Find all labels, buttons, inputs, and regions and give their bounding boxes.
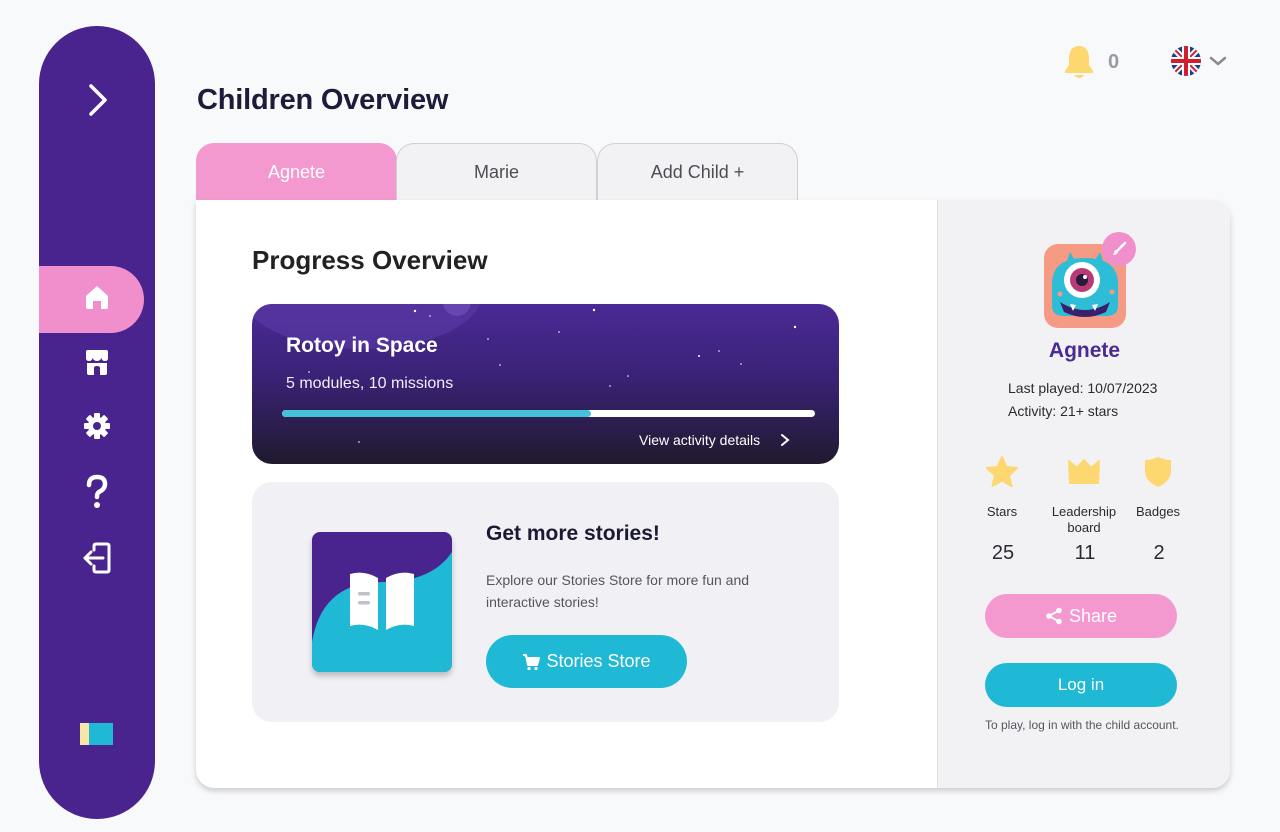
stat-stars: Stars — [962, 454, 1042, 536]
notifications-button[interactable] — [1060, 43, 1098, 81]
child-overview-panel: Progress Overview Rotoy in Space 5 modul… — [196, 200, 1230, 788]
course-progress-fill — [282, 410, 592, 417]
sidebar-item-store[interactable] — [73, 342, 121, 382]
sidebar-item-settings[interactable] — [73, 406, 121, 446]
stat-value-badges: 2 — [1153, 542, 1165, 564]
stat-value-stars: 25 — [991, 542, 1015, 564]
section-title: Progress Overview — [252, 245, 488, 275]
login-button[interactable]: Log in — [985, 663, 1177, 707]
chevron-down-icon — [1209, 56, 1227, 66]
brush-icon — [1113, 241, 1127, 255]
child-profile-panel: Agnete Last played: 10/07/2023 Activity:… — [937, 200, 1230, 788]
course-title: Rotoy in Space — [286, 334, 438, 357]
chevron-right-icon — [89, 84, 107, 116]
sidebar-item-help[interactable] — [73, 472, 121, 512]
star-icon — [986, 456, 1018, 487]
stat-label: Stars — [986, 504, 1018, 519]
promo-title: Get more stories! — [486, 522, 660, 545]
last-played: Last played: 10/07/2023 — [1008, 380, 1158, 396]
stat-label: Badges — [1135, 504, 1181, 519]
chevron-right-icon — [781, 434, 790, 446]
edit-avatar-button[interactable] — [1102, 232, 1136, 266]
stories-store-button[interactable]: Stories Store — [486, 635, 687, 688]
share-icon — [1046, 607, 1062, 625]
stories-store-label: Stories Store — [546, 651, 651, 671]
language-selector[interactable] — [1170, 45, 1228, 77]
share-label: Share — [1068, 605, 1118, 626]
crown-icon — [1068, 459, 1100, 484]
promo-text: Explore our Stories Store for more fun a… — [486, 572, 750, 610]
cart-icon — [523, 653, 541, 670]
child-name: Agnete — [1048, 339, 1121, 362]
uk-flag-icon — [1171, 46, 1201, 76]
login-hint: To play, log in with the child account. — [985, 718, 1179, 732]
home-icon — [86, 286, 108, 309]
view-activity-details-link[interactable]: View activity details — [639, 432, 790, 448]
course-subtitle: 5 modules, 10 missions — [286, 375, 454, 392]
question-mark-icon — [86, 474, 108, 508]
page-title: Children Overview — [197, 84, 449, 116]
stat-label: Leadership board — [1051, 504, 1117, 535]
app-logo — [80, 723, 113, 745]
bell-icon — [1064, 46, 1094, 78]
logout-icon — [83, 542, 111, 574]
tab-marie[interactable]: Marie — [396, 143, 597, 201]
stat-leadership: Leadership board — [1044, 454, 1124, 536]
sidebar-item-logout[interactable] — [73, 538, 121, 578]
notification-count: 0 — [1108, 51, 1120, 73]
view-activity-details-label: View activity details — [639, 432, 761, 448]
stat-value-leadership: 11 — [1074, 542, 1096, 564]
activity-summary: Activity: 21+ stars — [1008, 403, 1119, 419]
stories-promo-card: Get more stories! Explore our Stories St… — [252, 482, 839, 722]
course-progress-bar — [282, 410, 815, 417]
stat-badges: Badges — [1118, 454, 1198, 536]
stories-illustration — [312, 532, 452, 672]
tab-agnete[interactable]: Agnete — [196, 143, 397, 201]
book-illustration — [312, 532, 452, 672]
store-icon — [86, 350, 108, 375]
sidebar-item-home[interactable] — [73, 277, 121, 317]
course-card[interactable]: Rotoy in Space 5 modules, 10 missions Vi… — [252, 304, 839, 464]
gear-icon — [84, 413, 110, 439]
tab-add-child[interactable]: Add Child + — [597, 143, 798, 201]
shield-icon — [1145, 457, 1171, 487]
share-button[interactable]: Share — [985, 594, 1177, 638]
expand-sidebar-button[interactable] — [79, 80, 115, 120]
sidebar — [39, 26, 155, 819]
